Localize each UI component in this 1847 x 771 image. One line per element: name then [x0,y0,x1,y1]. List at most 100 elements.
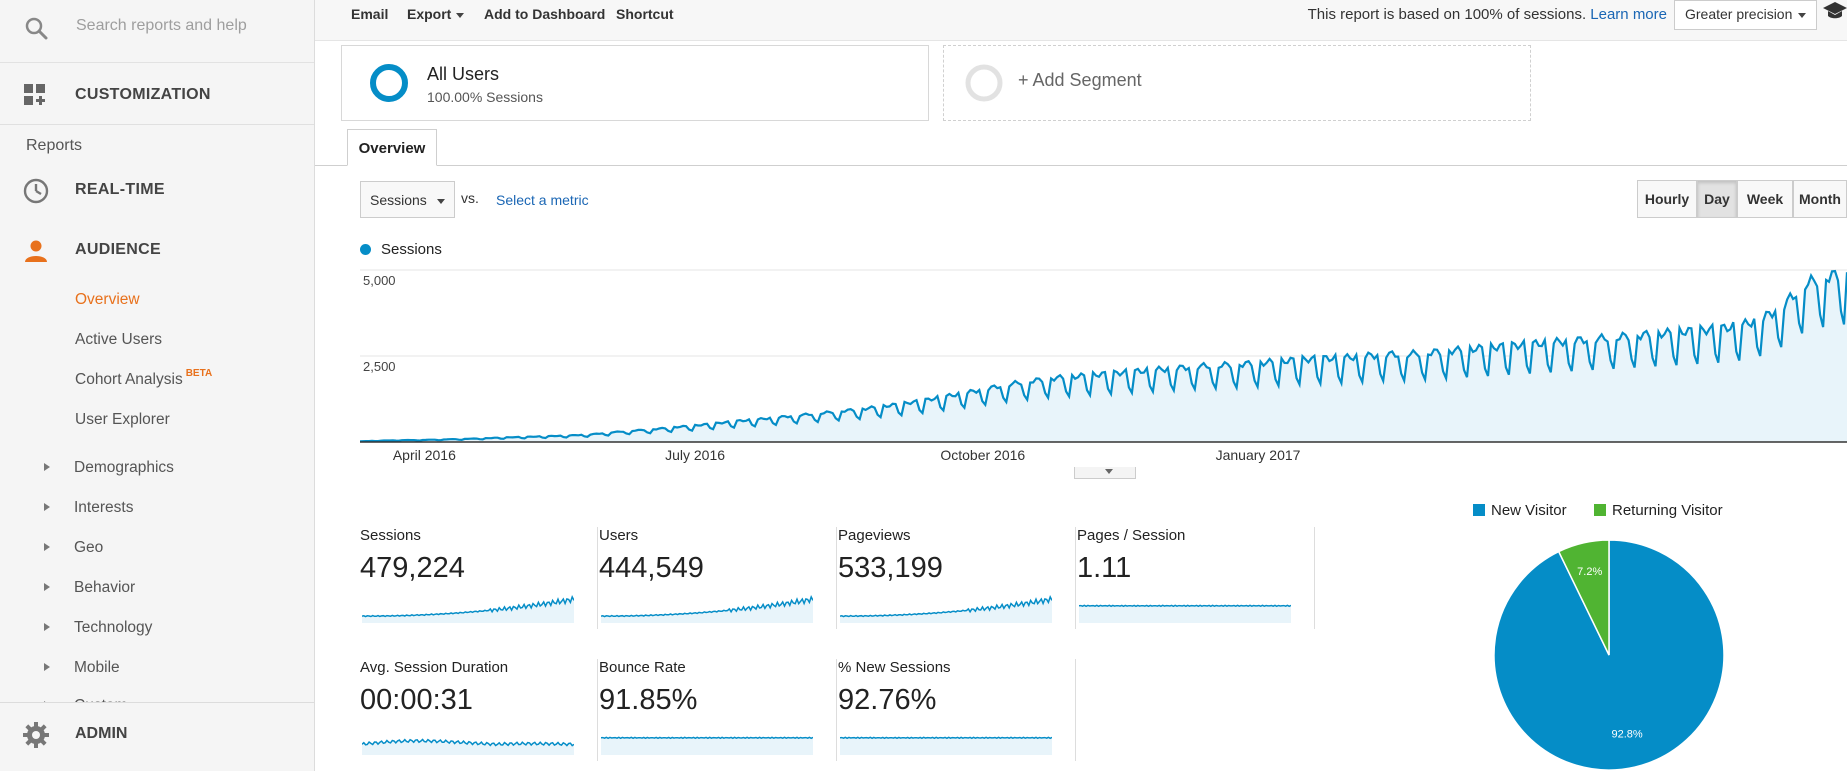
email-button[interactable]: Email [351,6,388,22]
legend-label: Sessions [381,241,442,258]
legend-swatch [1473,504,1485,516]
sidebar-subitem-overview[interactable]: Overview [75,291,140,309]
kpi-label: Bounce Rate [599,659,686,676]
sidebar-subitem-user-explorer[interactable]: User Explorer [75,411,170,429]
sparkline-area [601,596,813,623]
sampling-text: This report is based on 100% of sessions… [1307,6,1587,23]
kpi-pages-per-session[interactable]: Pages / Session 1.11 [1077,527,1315,629]
kpi-sparkline [601,736,813,755]
sidebar-item-label: Behavior [74,579,136,596]
precision-label: Greater precision [1685,6,1793,22]
sparkline-line [840,736,1052,740]
dashboard-add-icon [23,83,47,112]
kpi-sparkline [840,594,1052,623]
add-segment-label: + Add Segment [1018,70,1142,90]
sidebar-item-label: Demographics [74,459,174,476]
x-tick-label: January 2017 [1216,447,1301,463]
expand-arrow-icon [44,583,50,591]
divider [1075,659,1076,761]
tab-strip [315,165,1847,166]
sessions-line-chart[interactable]: 2,500 5,000 April 2016 July 2016 October 201… [360,262,1847,467]
kpi-sessions[interactable]: Sessions 479,224 [360,527,598,629]
sidebar-tree-mobile[interactable]: Mobile [0,651,314,685]
kpi-label: Users [599,527,639,544]
kpi-value: 1.11 [1077,552,1132,584]
kpi-label: % New Sessions [838,659,951,676]
sidebar-item-audience[interactable]: AUDIENCE [0,222,314,278]
reports-section-label: Reports [26,137,83,154]
kpi-users[interactable]: Users 444,549 [599,527,837,629]
legend-label: New Visitor [1491,502,1567,519]
learn-more-link[interactable]: Learn more [1590,6,1667,23]
y-tick-label: 2,500 [363,359,396,374]
graduation-cap-icon[interactable] [1823,2,1847,25]
sparkline-area [840,596,1052,623]
sidebar-tree-technology[interactable]: Technology [0,611,314,645]
sidebar-tree-behavior[interactable]: Behavior [0,571,314,605]
kpi-value: 533,199 [838,552,943,584]
chevron-down-icon [437,199,445,204]
legend-swatch [1594,504,1606,516]
sidebar-tree-interests[interactable]: Interests [0,491,314,525]
expand-arrow-icon [44,543,50,551]
sidebar-search[interactable]: Search reports and help [0,0,314,63]
metric-select[interactable]: Sessions [360,181,455,218]
sparkline-line [1079,604,1291,608]
chart-legend: Sessions [360,241,442,258]
legend-new-visitor: New Visitor [1473,502,1567,519]
shortcut-button[interactable]: Shortcut [616,6,674,22]
precision-select[interactable]: Greater precision [1674,0,1817,30]
x-tick-label: October 2016 [940,447,1025,463]
sidebar-item-label: Geo [74,539,104,556]
sidebar-item-label: CUSTOMIZATION [75,86,211,103]
export-button[interactable]: Export [407,6,465,22]
tab-overview[interactable]: Overview [347,129,437,166]
sidebar-subitem-active-users[interactable]: Active Users [75,331,162,349]
sidebar-item-realtime[interactable]: REAL-TIME [0,162,314,218]
kpi-avg-session-duration[interactable]: Avg. Session Duration 00:00:31 [360,659,598,761]
sidebar-item-label: ADMIN [75,725,128,742]
period-month[interactable]: Month [1793,180,1847,218]
sidebar-tree-geo[interactable]: Geo [0,531,314,565]
clock-icon [23,178,49,209]
kpi-new-sessions[interactable]: % New Sessions 92.76% [838,659,1076,761]
sidebar-item-label: Interests [74,499,134,516]
sparkline-area [840,737,1052,755]
add-to-dashboard-button[interactable]: Add to Dashboard [484,6,605,22]
divider [597,527,598,629]
divider [1314,527,1315,629]
sidebar-item-admin[interactable]: ADMIN [0,702,314,765]
kpi-label: Pageviews [838,527,911,544]
select-metric-link[interactable]: Select a metric [496,192,589,208]
visitor-pie-chart[interactable]: 92.8% 7.2% [1492,538,1726,771]
sidebar-subitem-cohort-analysis[interactable]: Cohort Analysis BETA [75,368,213,389]
report-toolbar: Email Export Add to Dashboard Shortcut T… [315,0,1847,41]
segment-all-users[interactable]: All Users 100.00% Sessions [341,45,929,121]
sidebar-item-customization[interactable]: CUSTOMIZATION [0,67,314,123]
export-label: Export [407,6,452,22]
kpi-value: 479,224 [360,552,465,584]
period-week[interactable]: Week [1737,180,1793,218]
metric-label: Sessions [370,192,427,208]
chart-resize-handle[interactable] [1074,467,1136,479]
period-hourly[interactable]: Hourly [1637,180,1697,218]
period-day[interactable]: Day [1697,180,1737,218]
divider [0,124,314,125]
sessions-area [360,271,1847,442]
beta-badge: BETA [185,368,213,379]
divider [597,659,598,761]
y-tick-label: 5,000 [363,273,396,288]
divider [1075,527,1076,629]
chevron-down-icon [456,12,465,18]
add-segment-button[interactable]: + Add Segment [943,45,1531,121]
kpi-bounce-rate[interactable]: Bounce Rate 91.85% [599,659,837,761]
person-icon [23,238,49,269]
search-input[interactable]: Search reports and help [76,17,247,35]
kpi-label: Sessions [360,527,421,544]
sidebar-tree-demographics[interactable]: Demographics [0,451,314,485]
kpi-sparkline [840,736,1052,755]
kpi-pageviews[interactable]: Pageviews 533,199 [838,527,1076,629]
kpi-label: Pages / Session [1077,527,1186,544]
expand-arrow-icon [44,503,50,511]
vs-label: vs. [461,190,479,206]
